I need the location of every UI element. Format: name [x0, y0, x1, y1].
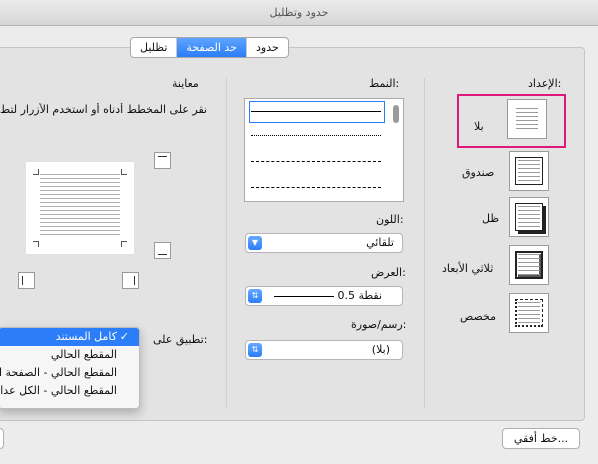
setting-3d-thumbnail[interactable]	[509, 245, 549, 285]
preview-corner-mark	[33, 241, 39, 247]
tab-bar: تظليل حد الصفحة حدود	[130, 37, 289, 58]
preview-page[interactable]	[26, 162, 134, 254]
setting-heading: الإعداد:	[528, 77, 562, 90]
style-selected-row[interactable]	[249, 101, 385, 123]
separator	[424, 78, 425, 408]
color-value: تلقائي	[366, 236, 394, 249]
menu-item-label: كامل المستند	[55, 330, 117, 343]
style-heading: النمط:	[369, 77, 400, 90]
tab-shading[interactable]: تظليل	[131, 38, 178, 57]
preview-corner-mark	[121, 169, 127, 175]
setting-shadow-thumbnail[interactable]	[509, 197, 549, 237]
checkmark-icon: ✓	[119, 330, 129, 343]
chevron-updown-icon: ⇅	[248, 289, 262, 303]
chevron-updown-icon: ⇅	[248, 343, 262, 357]
width-heading: العرض:	[371, 266, 406, 279]
apply-to-menu[interactable]: ✓ كامل المستند المقطع الحالي المقطع الحا…	[0, 327, 140, 409]
setting-box-thumbnail[interactable]	[509, 151, 549, 191]
menu-item-label: المقطع الحالي	[50, 348, 117, 361]
menu-item-this-section-all-except[interactable]: المقطع الحالي - الكل عدا	[0, 382, 139, 400]
horizontal-line-button[interactable]: خط أفقي...	[502, 428, 580, 449]
setting-custom-thumbnail[interactable]	[509, 293, 549, 333]
menu-item-label: المقطع الحالي - الصفحة ا	[0, 366, 118, 379]
setting-box-label[interactable]: صندوق	[462, 166, 494, 179]
apply-to-label: تطبيق على:	[153, 333, 208, 346]
top-border-button[interactable]	[154, 152, 171, 169]
art-heading: رسم/صورة:	[351, 318, 407, 331]
separator	[226, 78, 227, 408]
setting-none-label[interactable]: بلا	[474, 120, 484, 133]
menu-item-label: المقطع الحالي - الكل عدا	[0, 384, 117, 397]
setting-3d-label[interactable]: ثلاثي الأبعاد	[442, 262, 493, 275]
setting-shadow-label[interactable]: ظل	[482, 212, 499, 225]
style-solid-line[interactable]	[251, 111, 381, 112]
style-dashed-line[interactable]	[251, 161, 381, 162]
chevron-down-icon: ▼	[248, 236, 262, 250]
setting-none-thumbnail[interactable]	[507, 99, 547, 139]
color-heading: اللون:	[376, 213, 404, 226]
right-border-button[interactable]	[122, 272, 139, 289]
color-popup[interactable]: ▼ تلقائي	[245, 233, 403, 253]
style-list-scrollbar[interactable]	[391, 101, 401, 201]
preview-heading: معاينة	[172, 77, 199, 90]
art-popup[interactable]: ⇅ (بلا)	[245, 340, 403, 360]
options-button[interactable]	[0, 428, 4, 449]
tab-page-border[interactable]: حد الصفحة	[177, 38, 247, 57]
scrollbar-thumb[interactable]	[393, 105, 399, 123]
setting-custom-label[interactable]: مخصص	[460, 310, 496, 323]
menu-item-this-section[interactable]: المقطع الحالي	[0, 346, 139, 364]
menu-item-whole-document[interactable]: ✓ كامل المستند	[0, 328, 139, 346]
left-border-button[interactable]	[18, 272, 35, 289]
window-title: حدود وتظليل	[269, 6, 329, 19]
style-long-dashed-line[interactable]	[251, 187, 381, 188]
window-titlebar: حدود وتظليل	[0, 0, 598, 26]
style-list[interactable]	[244, 98, 404, 202]
art-value: (بلا)	[371, 343, 390, 356]
preview-corner-mark	[121, 241, 127, 247]
width-line-sample	[274, 296, 334, 297]
bottom-border-button[interactable]	[154, 242, 171, 259]
menu-item-this-section-first-page[interactable]: المقطع الحالي - الصفحة ا	[0, 364, 139, 382]
preview-instruction: انقر على المخطط أدناه أو استخدم الأزرار …	[0, 103, 208, 116]
width-popup[interactable]: ⇅ 0.5 نقطة	[245, 286, 403, 306]
preview-corner-mark	[33, 169, 39, 175]
tab-borders[interactable]: حدود	[247, 38, 288, 57]
width-value: 0.5 نقطة	[337, 289, 382, 302]
style-dotted-line[interactable]	[251, 135, 381, 136]
